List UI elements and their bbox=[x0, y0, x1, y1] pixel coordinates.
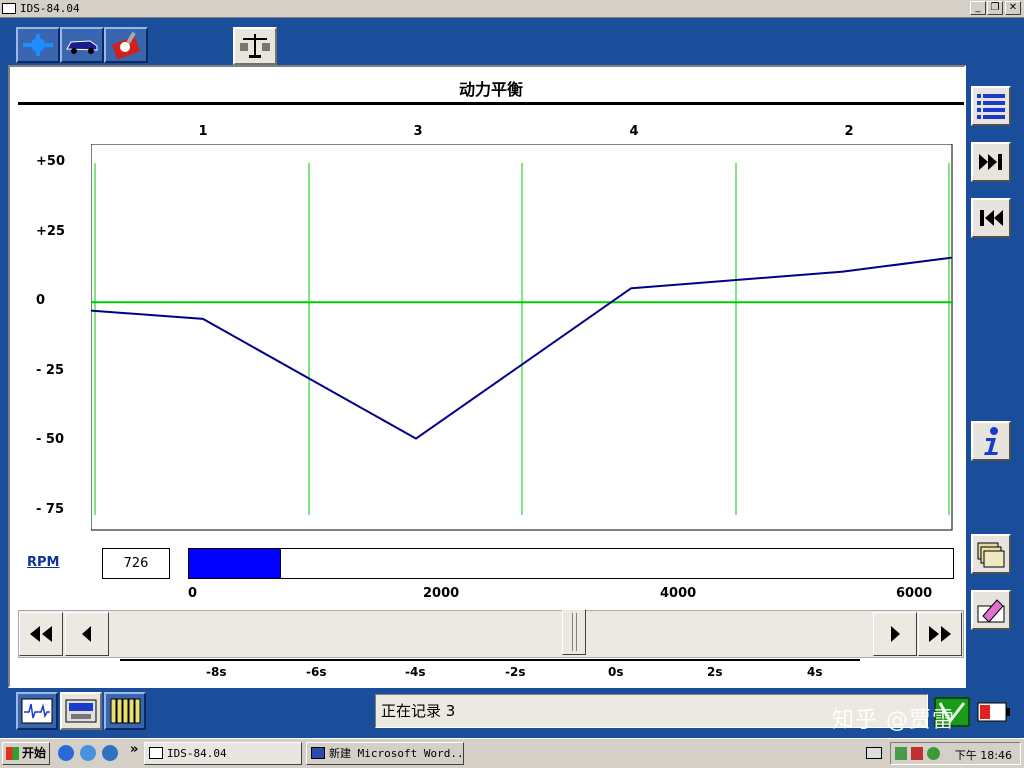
y-tick-label: +25 bbox=[36, 223, 65, 239]
rpm-tick: 0 bbox=[188, 586, 198, 601]
time-tick: 2s bbox=[707, 665, 723, 679]
task-label: IDS-84.04 bbox=[167, 747, 227, 760]
left-arrow-icon bbox=[82, 626, 91, 642]
balance-scale-icon bbox=[240, 34, 270, 58]
timeline-scrubber[interactable] bbox=[18, 609, 964, 658]
skip-back-button[interactable] bbox=[971, 198, 1011, 238]
quicklaunch-chevron[interactable]: » bbox=[130, 742, 138, 757]
double-left-arrow-icon bbox=[30, 626, 52, 642]
start-label: 开始 bbox=[22, 746, 47, 760]
window-icon bbox=[149, 747, 163, 759]
waveform-icon bbox=[21, 698, 53, 724]
eraser-icon bbox=[977, 599, 1005, 623]
data-point bbox=[630, 287, 632, 290]
data-point bbox=[950, 256, 952, 259]
skip-forward-icon bbox=[979, 154, 1002, 170]
step-back-button[interactable] bbox=[65, 612, 109, 656]
y-tick-label: 0 bbox=[36, 293, 46, 309]
timeline-thumb[interactable] bbox=[562, 609, 586, 655]
power-balance-tab[interactable] bbox=[233, 27, 277, 65]
toolbox-icon-button[interactable] bbox=[104, 27, 148, 63]
right-arrow-icon bbox=[891, 626, 900, 642]
ie-icon[interactable] bbox=[58, 745, 74, 761]
records-button[interactable] bbox=[971, 534, 1011, 574]
battery-indicator bbox=[976, 697, 1012, 727]
time-axis bbox=[120, 659, 860, 661]
forward-fast-button[interactable] bbox=[918, 612, 962, 656]
info-icon bbox=[984, 427, 998, 455]
watermark: 知乎 @贾雷 bbox=[832, 708, 955, 733]
tray-app-icon[interactable] bbox=[927, 747, 940, 760]
list-icon bbox=[977, 94, 1005, 119]
y-tick-label: - 75 bbox=[36, 502, 65, 517]
vehicle-icon-button[interactable] bbox=[60, 27, 104, 63]
cylinder-label: 3 bbox=[413, 124, 423, 139]
skip-forward-button[interactable] bbox=[971, 142, 1011, 182]
app-icon bbox=[2, 3, 16, 14]
data-point bbox=[842, 270, 844, 273]
time-tick: -8s bbox=[206, 665, 227, 679]
data-point bbox=[202, 318, 204, 320]
start-button[interactable]: 开始 bbox=[2, 742, 50, 765]
time-tick: -6s bbox=[306, 665, 327, 679]
word-icon bbox=[311, 747, 325, 759]
recorder-view-button[interactable] bbox=[60, 692, 102, 730]
task-label: 新建 Microsoft Word... bbox=[329, 747, 464, 760]
stacked-cards-icon bbox=[977, 542, 1005, 568]
time-tick: 4s bbox=[807, 665, 823, 679]
clock: 下午 18:46 bbox=[954, 749, 1012, 762]
page-title: 动力平衡 bbox=[18, 77, 964, 105]
cylinder-label: 1 bbox=[198, 124, 208, 139]
main-panel: 动力平衡 RPM 726 0 2000 4000 6000 -8s -6s -4… bbox=[8, 65, 966, 688]
time-tick: -2s bbox=[505, 665, 526, 679]
cylinder-label: 4 bbox=[629, 124, 639, 139]
toolbox-icon bbox=[111, 31, 141, 60]
minimize-button[interactable]: _ bbox=[970, 1, 986, 15]
connector-icon-button[interactable] bbox=[16, 27, 60, 63]
system-tray: 下午 18:46 bbox=[890, 742, 1021, 765]
y-tick-label: - 50 bbox=[36, 432, 65, 448]
recorder-icon bbox=[65, 699, 97, 723]
y-tick-label: +50 bbox=[36, 154, 65, 169]
rpm-bar-fill bbox=[189, 549, 282, 578]
list-button[interactable] bbox=[971, 86, 1011, 126]
time-tick: 0s bbox=[608, 665, 624, 679]
task-ids[interactable]: IDS-84.04 bbox=[144, 742, 302, 765]
quicklaunch-icon[interactable] bbox=[80, 745, 96, 761]
rpm-link[interactable]: RPM bbox=[27, 555, 59, 570]
media-icon[interactable] bbox=[102, 745, 118, 761]
y-tick-label: - 25 bbox=[36, 362, 65, 378]
rewind-fast-button[interactable] bbox=[19, 612, 63, 656]
windows-logo-icon bbox=[6, 747, 19, 760]
network-icon[interactable] bbox=[895, 747, 907, 760]
car-icon bbox=[66, 40, 98, 54]
cylinder-label: 2 bbox=[844, 124, 854, 139]
task-word[interactable]: 新建 Microsoft Word... bbox=[306, 742, 464, 765]
rpm-tick: 2000 bbox=[423, 586, 460, 601]
skip-back-icon bbox=[980, 210, 1003, 226]
battery-icon bbox=[977, 702, 1010, 722]
window-title: IDS-84.04 bbox=[20, 2, 80, 15]
taskbar: 开始 » IDS-84.04 新建 Microsoft Word... 下午 1… bbox=[0, 738, 1024, 768]
eraser-button[interactable] bbox=[971, 590, 1011, 630]
window-title-bar: IDS-84.04 _ ❐ ✕ bbox=[0, 0, 1024, 18]
power-balance-chart bbox=[91, 144, 953, 531]
channels-view-button[interactable] bbox=[104, 692, 146, 730]
waveform-view-button[interactable] bbox=[16, 692, 58, 730]
rpm-tick: 4000 bbox=[660, 586, 697, 601]
close-button[interactable]: ✕ bbox=[1005, 1, 1021, 15]
double-right-arrow-icon bbox=[929, 626, 951, 642]
time-tick: -4s bbox=[405, 665, 426, 679]
rpm-tick: 6000 bbox=[896, 586, 933, 601]
channels-icon bbox=[110, 698, 141, 724]
keyboard-icon[interactable] bbox=[866, 747, 882, 759]
data-point bbox=[415, 437, 417, 440]
step-forward-button[interactable] bbox=[873, 612, 917, 656]
restore-button[interactable]: ❐ bbox=[987, 1, 1003, 15]
info-button[interactable] bbox=[971, 421, 1011, 461]
volume-icon[interactable] bbox=[911, 747, 923, 760]
rpm-bar bbox=[188, 548, 954, 579]
connector-icon bbox=[23, 34, 53, 56]
rpm-value: 726 bbox=[102, 548, 170, 579]
